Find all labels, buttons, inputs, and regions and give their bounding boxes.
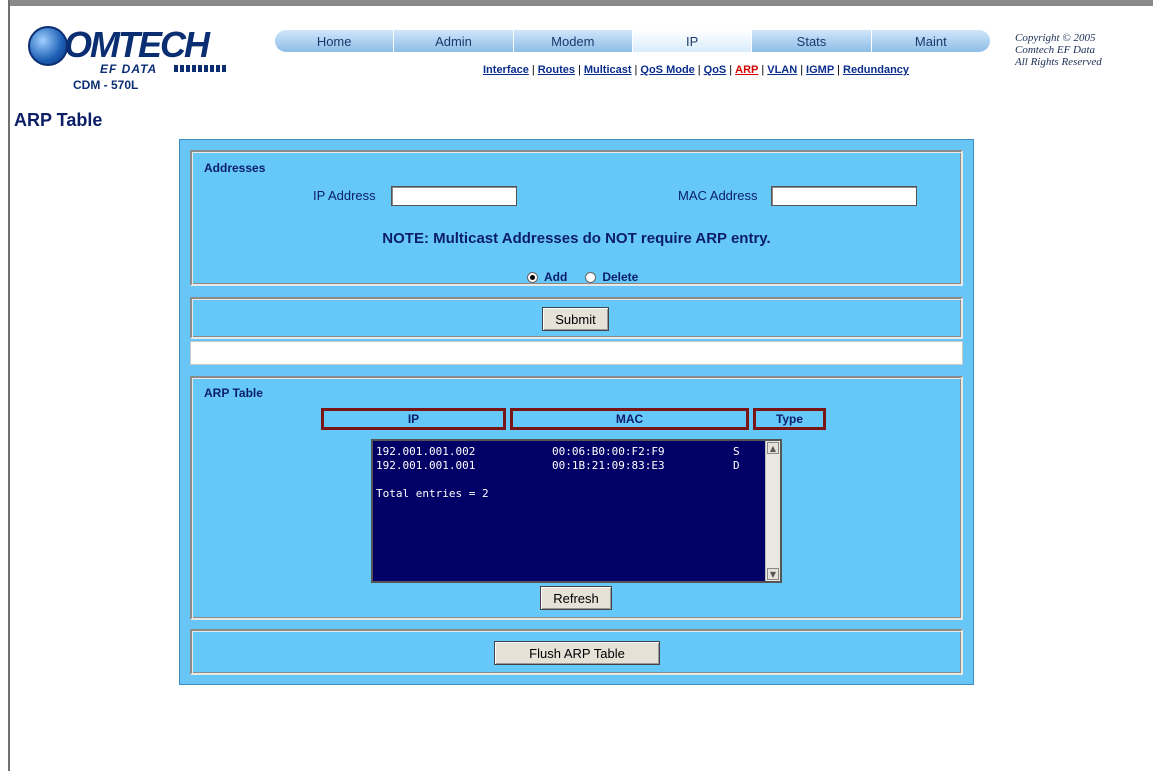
subnav-multicast-link[interactable]: Multicast (584, 64, 632, 76)
tab-modem[interactable]: Modem (513, 30, 633, 52)
page-title: ARP Table (14, 110, 103, 130)
tab-admin[interactable]: Admin (394, 30, 514, 52)
tab-ip[interactable]: IP (632, 30, 753, 52)
arp-entry-ip: 192.001.001.001 (376, 459, 476, 472)
subnav-separator: | (800, 64, 804, 76)
arp-entry-type: D (733, 459, 740, 472)
subnav-separator: | (531, 64, 535, 76)
multicast-note: NOTE: Multicast Addresses do NOT require… (382, 230, 771, 247)
flush-arp-table-button[interactable]: Flush ARP Table (494, 641, 660, 665)
subnav-qos-link[interactable]: QoS (704, 64, 727, 76)
submit-button[interactable]: Submit (542, 307, 609, 331)
submit-section: Submit (190, 297, 963, 339)
arp-entries-list[interactable]: 192.001.001.002 00:06:B0:00:F2:F9 S 192.… (371, 439, 782, 583)
copyright-line-1: Copyright © 2005 (1015, 32, 1096, 44)
arp-table-title: ARP Table (204, 386, 263, 400)
subnav-separator: | (697, 64, 701, 76)
scroll-down-icon[interactable]: ▼ (767, 568, 779, 580)
delete-radio-label: Delete (602, 270, 639, 284)
subnav-redundancy-link[interactable]: Redundancy (843, 64, 909, 76)
tab-maint[interactable]: Maint (871, 30, 990, 52)
tab-home[interactable]: Home (275, 30, 395, 52)
subnav-qos-mode-link[interactable]: QoS Mode (640, 64, 694, 76)
mac-address-label: MAC Address (678, 188, 758, 203)
mac-column-header: MAC (510, 408, 749, 430)
logo-bars-decoration (174, 65, 228, 72)
arp-entry-mac: 00:06:B0:00:F2:F9 (552, 445, 665, 458)
scroll-up-icon[interactable]: ▲ (767, 442, 779, 454)
copyright-line-3: All Rights Reserved (1015, 56, 1102, 68)
action-radio-group: Add Delete (527, 270, 638, 284)
copyright-line-2: Comtech EF Data (1015, 44, 1096, 56)
sub-nav: Interface | Routes | Multicast | QoS Mode | QoS |… (483, 64, 909, 76)
logo-wordmark: OMTECH (64, 24, 210, 65)
subnav-arp-link[interactable]: ARP (735, 64, 758, 76)
ip-address-label: IP Address (313, 188, 376, 203)
total-entries-text: Total entries = 2 (376, 487, 489, 500)
add-radio[interactable] (527, 271, 538, 283)
window-top-border (0, 0, 1153, 6)
subnav-interface-link[interactable]: Interface (483, 64, 529, 76)
arp-entry-type: S (733, 445, 740, 458)
addresses-title: Addresses (204, 161, 266, 175)
add-radio-label: Add (544, 270, 568, 284)
window-left-border (0, 0, 10, 771)
subnav-separator: | (578, 64, 581, 76)
refresh-button[interactable]: Refresh (540, 586, 612, 610)
copyright-notice: Copyright © 2005 Comtech EF Data All Rig… (1015, 32, 1102, 68)
main-nav: Home Admin Modem IP Stats Maint (275, 30, 990, 52)
globe-icon (28, 26, 68, 66)
subnav-separator: | (729, 64, 733, 76)
subnav-vlan-link[interactable]: VLAN (767, 64, 797, 76)
mac-address-input[interactable] (771, 186, 917, 206)
arp-panel: Addresses IP Address MAC Address NOTE: M… (179, 139, 974, 685)
list-scrollbar[interactable]: ▲ ▼ (765, 441, 780, 581)
delete-radio[interactable] (585, 271, 597, 283)
arp-entry-mac: 00:1B:21:09:83:E3 (552, 459, 665, 472)
ip-column-header: IP (321, 408, 506, 430)
type-column-header: Type (753, 408, 826, 430)
subnav-igmp-link[interactable]: IGMP (806, 64, 834, 76)
arp-entry-ip: 192.001.001.002 (376, 445, 476, 458)
subnav-separator: | (837, 64, 841, 76)
status-message-area (190, 341, 963, 365)
ip-address-input[interactable] (391, 186, 517, 206)
flush-section: Flush ARP Table (190, 629, 963, 675)
addresses-section: Addresses IP Address MAC Address NOTE: M… (190, 150, 963, 286)
subnav-routes-link[interactable]: Routes (538, 64, 575, 76)
subnav-separator: | (761, 64, 765, 76)
model-name: CDM - 570L (73, 78, 139, 92)
tab-stats[interactable]: Stats (752, 30, 872, 52)
logo-subtitle: EF DATA (100, 62, 158, 76)
